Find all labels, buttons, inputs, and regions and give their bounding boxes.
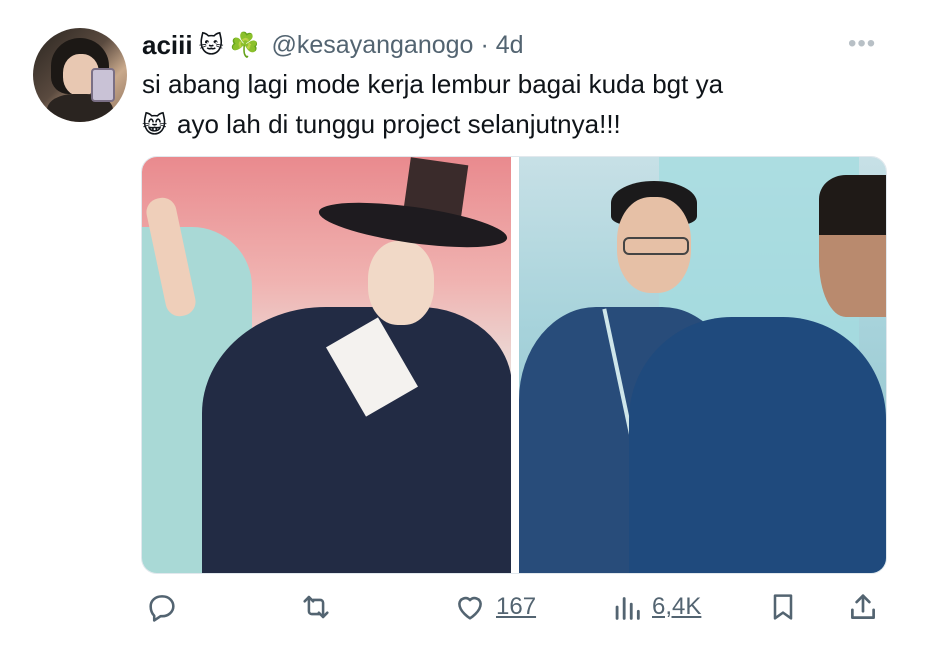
tweet[interactable]: aciii 🐱 ☘️ @kesayanganogo · 4d ••• si ab… (0, 0, 949, 651)
reply-icon (149, 595, 175, 622)
views-button[interactable]: 6,4K (610, 585, 701, 629)
grinning-cat-emoji: 😸 (142, 111, 168, 139)
views-count[interactable]: 6,4K (652, 593, 701, 621)
retweet-icon (303, 595, 329, 619)
tweet-text-line-2: 😸 ayo lah di tunggu project selanjutnya!!… (142, 104, 922, 145)
bookmark-button[interactable] (767, 585, 799, 629)
separator-dot: · (480, 30, 489, 59)
tweet-text: si abang lagi mode kerja lembur bagai ku… (142, 64, 922, 145)
tweet-text-line-2-body: ayo lah di tunggu project selanjutnya!!! (177, 109, 621, 139)
reply-button[interactable] (145, 585, 179, 629)
action-bar: 167 6,4K (0, 585, 949, 629)
media-photo-right[interactable] (519, 157, 886, 573)
like-button[interactable]: 167 (452, 585, 536, 629)
share-button[interactable] (846, 585, 880, 629)
tweet-time[interactable]: 4d (496, 31, 524, 60)
media-photo-left[interactable] (142, 157, 511, 573)
like-count[interactable]: 167 (496, 593, 536, 621)
views-icon (615, 597, 640, 620)
avatar[interactable] (33, 28, 127, 122)
tweet-header: aciii 🐱 ☘️ @kesayanganogo · 4d (142, 28, 524, 62)
more-options-icon[interactable]: ••• (848, 30, 876, 58)
heart-icon (458, 596, 482, 620)
author-handle[interactable]: @kesayanganogo (272, 31, 474, 60)
retweet-button[interactable] (298, 585, 334, 629)
bookmark-icon (773, 594, 793, 620)
share-icon (851, 594, 875, 619)
cat-emoji: 🐱 (198, 31, 224, 59)
author-name[interactable]: aciii (142, 30, 193, 61)
media-grid (141, 156, 887, 574)
shamrock-emoji: ☘️ (229, 31, 260, 59)
tweet-text-line-1: si abang lagi mode kerja lembur bagai ku… (142, 69, 724, 99)
